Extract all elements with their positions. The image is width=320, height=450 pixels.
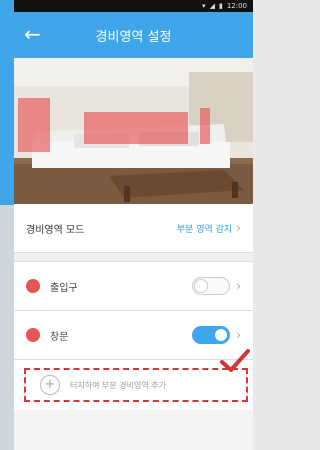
zone-toggle[interactable] [192, 326, 231, 344]
toggle-knob [194, 279, 209, 293]
chevron-right-icon: › [236, 279, 241, 293]
zone-entrance-overlay [18, 98, 50, 152]
screenshot: ▾ ◢ ▮ 12:00 ← 경비영역 설정 경비영역 모드 부분 영역 감지 ›… [0, 0, 253, 450]
phone-screen: ▾ ◢ ▮ 12:00 ← 경비영역 설정 경비영역 모드 부분 영역 감지 ›… [14, 0, 253, 450]
left-edge-background [0, 0, 14, 450]
mode-label: 경비영역 모드 [26, 224, 85, 236]
chevron-right-icon: › [236, 221, 241, 235]
zone-label: 출입구 [50, 282, 78, 294]
add-zone-row: + 터치하여 부분 경비영역 추가 [14, 349, 253, 410]
battery-icon: ▮ [218, 2, 223, 10]
zone-color-dot [26, 328, 40, 342]
zone-window-overlay [84, 112, 188, 144]
camera-preview-image[interactable] [14, 58, 253, 204]
wifi-icon: ▾ [202, 2, 206, 10]
page-title: 경비영역 설정 [95, 29, 172, 45]
add-zone-label: 터치하여 부분 경비영역 추가 [70, 380, 166, 390]
chevron-right-icon: › [236, 328, 241, 342]
back-arrow-icon[interactable]: ← [24, 24, 46, 46]
status-time: 12:00 [226, 2, 247, 10]
security-mode-row[interactable]: 경비영역 모드 부분 영역 감지 › [14, 204, 253, 253]
section-spacer [14, 253, 253, 262]
plus-icon: + [40, 375, 60, 395]
left-edge-blue [0, 0, 14, 205]
zone-row-window[interactable]: 창문 › [14, 311, 253, 360]
zone-label: 창문 [50, 331, 69, 343]
zone-toggle[interactable] [192, 277, 231, 295]
zone-color-dot [26, 279, 40, 293]
checkmark-icon [220, 349, 250, 372]
zone-row-entrance[interactable]: 출입구 › [14, 262, 253, 311]
add-zone-button[interactable]: + 터치하여 부분 경비영역 추가 [24, 368, 248, 402]
toggle-knob [214, 328, 229, 342]
app-bar: ← 경비영역 설정 [14, 12, 253, 58]
room-photo [14, 58, 253, 204]
status-bar: ▾ ◢ ▮ 12:00 [14, 0, 253, 12]
signal-icon: ◢ [209, 2, 215, 10]
mode-value: 부분 영역 감지 [176, 224, 233, 235]
